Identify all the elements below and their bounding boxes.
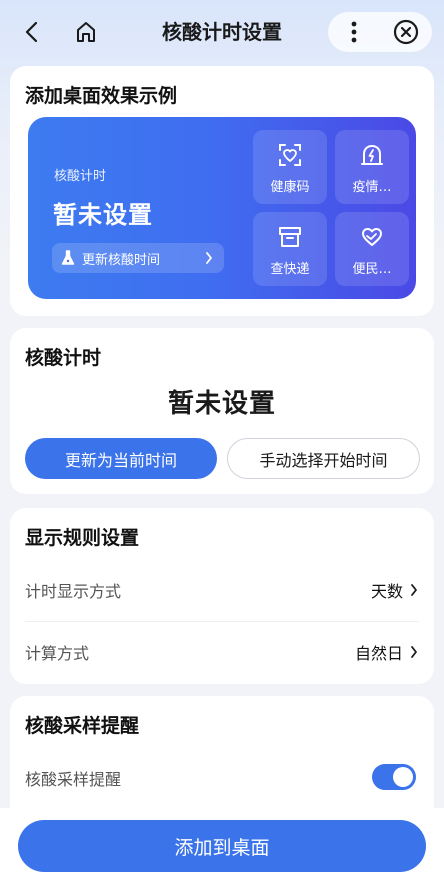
widget-preview: 核酸计时 暂未设置 更新核酸时间 健康码 疫情… 查快递 便民… [28,117,416,299]
timer-value: 暂未设置 [167,389,276,419]
tile-health-code[interactable]: 健康码 [253,130,327,204]
more-vertical-icon [351,21,357,43]
update-current-time-button[interactable]: 更新为当前时间 [25,438,217,479]
package-box-icon [279,227,301,247]
widget-update-label: 更新核酸时间 [82,252,161,268]
widget-label: 核酸计时 [54,169,107,184]
tile-services[interactable]: 便民… [335,212,409,286]
calc-method-value: 自然日 [354,644,403,663]
display-mode-value: 天数 [370,582,403,601]
close-circle-icon [393,19,419,45]
tile-label: 健康码 [270,180,310,195]
tile-label: 查快递 [270,262,310,277]
timer-section-title: 核酸计时 [25,347,102,369]
reminder-row: 核酸采样提醒 [25,748,419,808]
calc-method-row[interactable]: 计算方式 自然日 [25,622,419,682]
tile-label: 疫情… [352,180,392,195]
rules-section-title: 显示规则设置 [25,527,140,549]
tile-label: 便民… [352,262,392,277]
epidemic-alert-icon [361,145,383,165]
more-button[interactable] [328,12,380,52]
toggle-knob [393,767,413,787]
rules-card: 显示规则设置 计时显示方式 天数 计算方式 自然日 [10,508,434,684]
header: 核酸计时设置 [0,0,444,64]
health-code-heart-icon [279,144,301,166]
bottom-bar: 添加到桌面 [0,808,444,884]
flask-icon [60,250,76,266]
display-mode-label: 计时显示方式 [25,582,122,601]
display-mode-row[interactable]: 计时显示方式 天数 [25,560,419,620]
service-heart-hand-icon [362,228,382,246]
reminder-toggle[interactable] [372,764,416,790]
preview-card: 添加桌面效果示例 核酸计时 暂未设置 更新核酸时间 健康码 疫情… 查快递 便民… [10,66,434,316]
reminder-section-title: 核酸采样提醒 [25,715,140,737]
add-to-desktop-button[interactable]: 添加到桌面 [18,820,426,872]
mini-program-capsule [328,12,432,52]
timer-card: 核酸计时 暂未设置 更新为当前时间 手动选择开始时间 [10,328,434,494]
tile-express[interactable]: 查快递 [253,212,327,286]
tile-epidemic[interactable]: 疫情… [335,130,409,204]
chevron-right-icon [206,252,212,264]
widget-status: 暂未设置 [53,201,153,229]
calc-method-label: 计算方式 [25,644,90,663]
widget-update-button[interactable]: 更新核酸时间 [52,243,224,273]
chevron-right-icon [409,644,419,660]
manual-select-time-button[interactable]: 手动选择开始时间 [227,438,420,479]
chevron-right-icon [409,582,419,598]
reminder-toggle-label: 核酸采样提醒 [25,770,122,789]
preview-section-title: 添加桌面效果示例 [25,85,178,107]
close-button[interactable] [380,12,432,52]
